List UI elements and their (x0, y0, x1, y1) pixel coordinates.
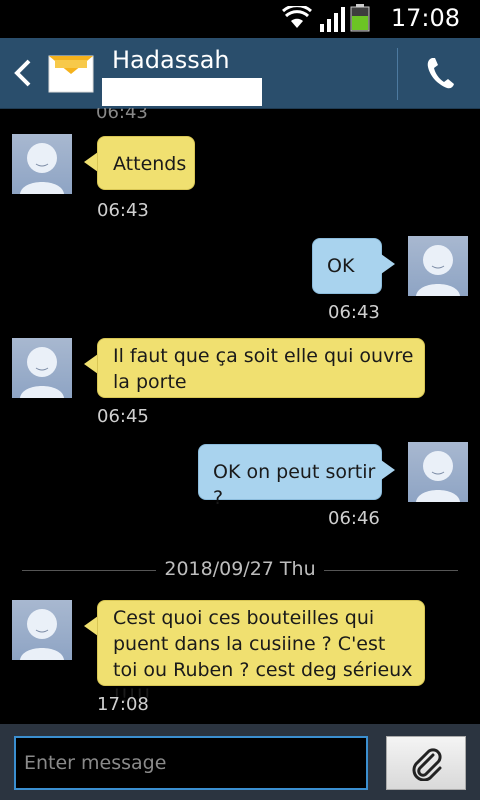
message-input[interactable] (14, 736, 368, 790)
message-bubble: OK (312, 238, 382, 294)
date-label: 2018/09/27 Thu (156, 558, 324, 580)
call-button[interactable] (398, 38, 480, 108)
avatar (12, 338, 72, 398)
redacted-number (102, 78, 262, 106)
message-time: 06:45 (97, 406, 149, 427)
message-bubble: Cest quoi ces bouteilles qui puent dans … (97, 600, 425, 707)
message-time: 06:46 (328, 508, 380, 529)
message-time: 06:43 (328, 302, 380, 323)
avatar-icon (20, 347, 64, 398)
message-bubble: Il faut que ça soit elle qui ouvre la po… (97, 338, 425, 398)
contact-name: Hadassah (112, 46, 230, 74)
attach-icon (412, 748, 442, 781)
avatar (408, 236, 468, 296)
status-bar: 17:08 (0, 0, 480, 38)
avatar-icon (20, 143, 64, 194)
avatar (12, 134, 72, 194)
message-bubble: OK on peut sortir ? (198, 444, 382, 509)
clock: 17:08 (390, 4, 460, 32)
avatar (12, 600, 72, 660)
avatar-icon (416, 451, 460, 502)
composer-bar (0, 724, 480, 800)
avatar-icon (20, 609, 64, 660)
envelope-icon (48, 55, 94, 93)
attach-button[interactable] (386, 736, 466, 790)
back-icon (14, 59, 31, 87)
date-separator: 2018/09/27 Thu (22, 558, 458, 582)
battery-icon (350, 4, 370, 32)
partial-timestamp: 06:43 (96, 108, 148, 123)
contact-avatar[interactable] (48, 50, 94, 100)
wifi-icon (282, 6, 312, 28)
message-bubble: Attends (97, 136, 195, 190)
message-time: 06:43 (97, 200, 149, 221)
avatar-icon (416, 245, 460, 296)
back-button[interactable] (12, 58, 34, 92)
phone-icon (427, 58, 454, 89)
message-time: 17:08 (97, 694, 149, 715)
signal-icon (320, 7, 345, 32)
conversation-header: Hadassah (0, 38, 480, 109)
avatar (408, 442, 468, 502)
message-list[interactable]: 06:43 Attends 06:43 OK 06:43 Il faut que… (0, 108, 480, 724)
